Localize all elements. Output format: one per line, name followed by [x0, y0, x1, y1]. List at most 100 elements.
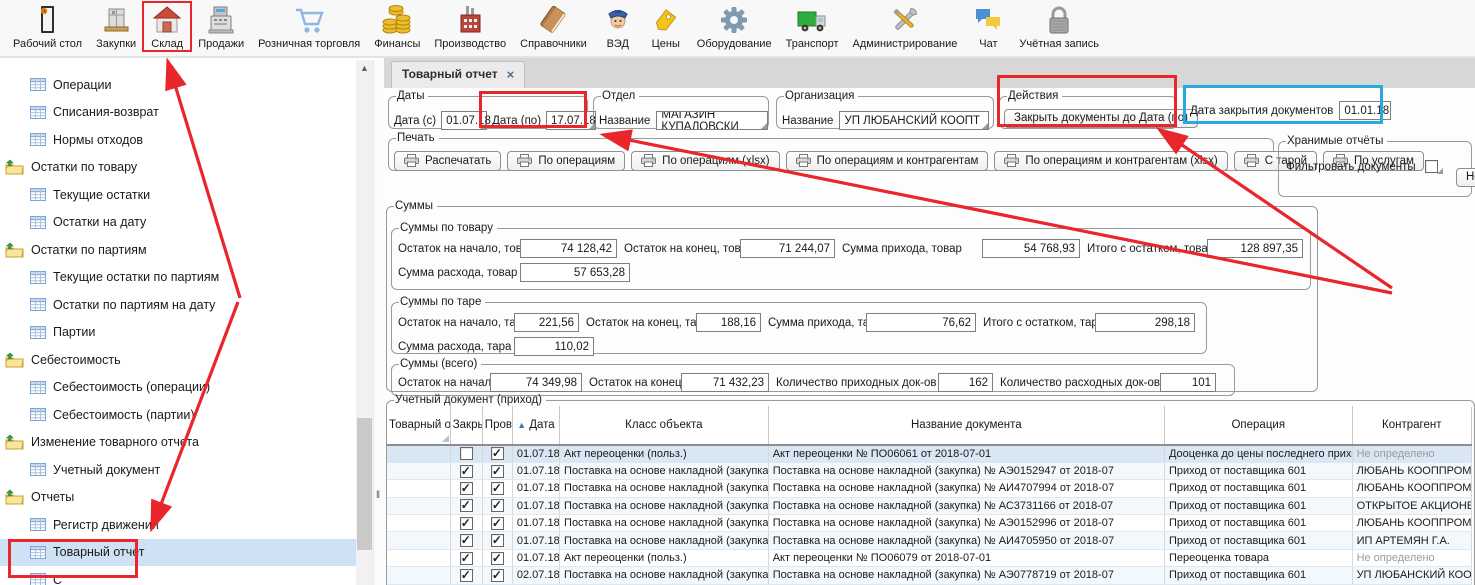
sidebar-item-16[interactable]: Отчеты	[0, 484, 356, 512]
toolbar-item-13[interactable]: Администрирование	[846, 2, 965, 51]
column-header-3[interactable]: Провед	[482, 406, 512, 445]
sidebar-item-2[interactable]: Списания-возврат	[0, 99, 356, 127]
tab-close-icon[interactable]: ×	[507, 67, 515, 82]
proven-checkbox[interactable]	[491, 569, 504, 582]
print-button-4[interactable]: По операциям и контрагентам	[786, 151, 989, 171]
sidebar-item-10[interactable]: Партии	[0, 319, 356, 347]
print-button-5[interactable]: По операциям и контрагентам (xlsx)	[994, 151, 1227, 171]
column-header-8[interactable]: Контрагент	[1352, 406, 1471, 445]
table-row[interactable]: 02.07.18Поставка на основе накладной (за…	[387, 567, 1472, 584]
toolbar-item-6[interactable]: Финансы	[367, 2, 427, 51]
sidebar-item-9[interactable]: Остатки по партиям на дату	[0, 291, 356, 319]
sidebar-item-18[interactable]: Товарный отчет	[0, 539, 356, 567]
sidebar-item-4[interactable]: Остатки по товару	[0, 154, 356, 182]
filter-documents-checkbox[interactable]	[1425, 160, 1438, 173]
closed-checkbox[interactable]	[460, 517, 473, 530]
proven-checkbox[interactable]	[491, 552, 504, 565]
sidebar-item-15[interactable]: Учетный документ	[0, 456, 356, 484]
tare-start-field[interactable]: 221,56	[514, 313, 579, 332]
sidebar-item-11[interactable]: Себестоимость	[0, 346, 356, 374]
cell-closed[interactable]	[450, 462, 482, 479]
column-header-5[interactable]: Класс объекта	[560, 406, 769, 445]
cell-proven[interactable]	[482, 445, 512, 462]
closed-checkbox[interactable]	[460, 552, 473, 565]
goods-expense-field[interactable]: 57 653,28	[520, 263, 630, 282]
toolbar-item-2[interactable]: Закупки	[89, 2, 143, 51]
tare-total-field[interactable]: 298,18	[1095, 313, 1195, 332]
column-header-4[interactable]: ▲Дата	[512, 406, 559, 445]
sidebar-item-3[interactable]: Нормы отходов	[0, 126, 356, 154]
sidebar-item-12[interactable]: Себестоимость (операции)	[0, 374, 356, 402]
sidebar-item-8[interactable]: Текущие остатки по партиям	[0, 264, 356, 292]
goods-start-field[interactable]: 74 128,42	[520, 239, 617, 258]
column-header-7[interactable]: Операция	[1164, 406, 1352, 445]
column-header-2[interactable]: Закры	[450, 406, 482, 445]
department-field[interactable]: МАГАЗИН КУПАЛОВСКИ	[656, 111, 768, 130]
print-button-1[interactable]: Распечатать	[394, 151, 501, 171]
cell-closed[interactable]	[450, 445, 482, 462]
date-to-field[interactable]: 17.07.18	[546, 111, 596, 130]
cell-proven[interactable]	[482, 480, 512, 497]
tare-expense-field[interactable]: 110,02	[514, 337, 594, 356]
total-end-field[interactable]: 71 432,23	[681, 373, 769, 392]
closed-checkbox[interactable]	[460, 499, 473, 512]
total-out-docs-field[interactable]: 101	[1160, 373, 1216, 392]
date-from-field[interactable]: 01.07.18	[441, 111, 487, 130]
table-row[interactable]: 01.07.18Акт переоценки (польз.)Акт перео…	[387, 549, 1472, 566]
sidebar-item-5[interactable]: Текущие остатки	[0, 181, 356, 209]
goods-total-field[interactable]: 128 897,35	[1207, 239, 1303, 258]
tab-goods-report[interactable]: Товарный отчет ×	[391, 61, 525, 88]
cell-closed[interactable]	[450, 567, 482, 584]
sort-asc-icon[interactable]: ▲	[517, 420, 526, 430]
table-row[interactable]: 01.07.18Поставка на основе накладной (за…	[387, 532, 1472, 549]
organization-field[interactable]: УП ЛЮБАНСКИЙ КООПТ	[839, 111, 989, 130]
sidebar-item-14[interactable]: Изменение товарного отчета	[0, 429, 356, 457]
sidebar-item-6[interactable]: Остатки на дату	[0, 209, 356, 237]
cell-closed[interactable]	[450, 515, 482, 532]
table-row[interactable]: 01.07.18Поставка на основе накладной (за…	[387, 515, 1472, 532]
goods-end-field[interactable]: 71 244,07	[740, 239, 835, 258]
proven-checkbox[interactable]	[491, 482, 504, 495]
toolbar-item-9[interactable]: ВЭД	[594, 2, 642, 51]
sidebar-item-7[interactable]: Остатки по партиям	[0, 236, 356, 264]
sidebar-scrollbar[interactable]: ▲	[356, 60, 373, 585]
closed-checkbox[interactable]	[460, 534, 473, 547]
sidebar-item-13[interactable]: Себестоимость (партии)	[0, 401, 356, 429]
proven-checkbox[interactable]	[491, 534, 504, 547]
stored-reports-cut-button[interactable]: Но	[1456, 168, 1475, 187]
table-row[interactable]: 01.07.18Поставка на основе накладной (за…	[387, 497, 1472, 514]
toolbar-item-1[interactable]: Рабочий стол	[6, 2, 89, 51]
proven-checkbox[interactable]	[491, 499, 504, 512]
cell-proven[interactable]	[482, 462, 512, 479]
toolbar-item-8[interactable]: Справочники	[513, 2, 594, 51]
cell-proven[interactable]	[482, 515, 512, 532]
closed-checkbox[interactable]	[460, 465, 473, 478]
closed-checkbox[interactable]	[460, 569, 473, 582]
toolbar-item-12[interactable]: Транспорт	[779, 2, 846, 51]
toolbar-item-11[interactable]: Оборудование	[690, 2, 779, 51]
tare-income-field[interactable]: 76,62	[866, 313, 976, 332]
toolbar-item-4[interactable]: Продажи	[191, 2, 251, 51]
column-header-1[interactable]: Товарный отчет	[387, 406, 450, 445]
panel-splitter[interactable]: ‖	[373, 60, 384, 585]
toolbar-item-14[interactable]: Чат	[964, 2, 1012, 51]
cell-proven[interactable]	[482, 567, 512, 584]
total-in-docs-field[interactable]: 162	[938, 373, 993, 392]
print-button-2[interactable]: По операциям	[507, 151, 625, 171]
close-documents-button[interactable]: Закрыть документы до Дата (по)	[1004, 109, 1198, 128]
column-header-6[interactable]: Название документа	[768, 406, 1164, 445]
proven-checkbox[interactable]	[491, 465, 504, 478]
sidebar-item-19[interactable]: С	[0, 566, 356, 585]
toolbar-item-10[interactable]: Цены	[642, 2, 690, 51]
goods-income-field[interactable]: 54 768,93	[982, 239, 1080, 258]
toolbar-item-3[interactable]: Склад	[143, 2, 191, 51]
print-button-3[interactable]: По операциям (xlsx)	[631, 151, 779, 171]
proven-checkbox[interactable]	[491, 517, 504, 530]
tare-end-field[interactable]: 188,16	[696, 313, 761, 332]
cell-closed[interactable]	[450, 480, 482, 497]
splitter-grip-icon[interactable]: ‖	[376, 490, 380, 501]
table-row[interactable]: 01.07.18Поставка на основе накладной (за…	[387, 462, 1472, 479]
cell-proven[interactable]	[482, 497, 512, 514]
closed-checkbox[interactable]	[460, 482, 473, 495]
table-row[interactable]: 01.07.18Поставка на основе накладной (за…	[387, 480, 1472, 497]
